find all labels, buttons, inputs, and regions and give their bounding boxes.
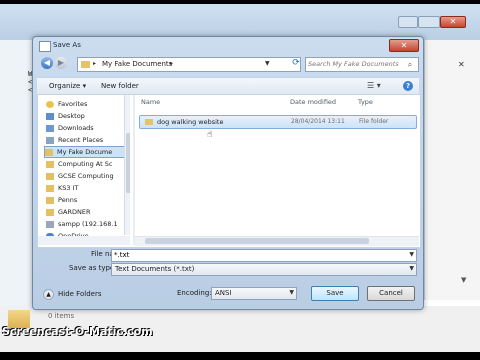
recent-places-icon	[46, 136, 54, 144]
save-as-dialog: Save As ✕ ◀ ▶ ▸ My Fake Documents ▸ ▼ ⟳ …	[32, 36, 424, 310]
network-drive-icon	[46, 220, 54, 228]
view-options-icon[interactable]: ☰ ▾	[367, 81, 385, 91]
nav-downloads[interactable]: Downloads	[46, 123, 94, 133]
mouse-cursor-icon: ☝	[207, 130, 213, 140]
navigation-pane: Favorites Desktop Downloads Recent Place…	[38, 95, 130, 245]
nav-horizontal-scrollbar[interactable]	[38, 236, 130, 245]
breadcrumb-folder[interactable]: My Fake Documents	[102, 60, 172, 68]
nav-favorites[interactable]: Favorites	[46, 99, 87, 109]
downloads-icon	[46, 124, 54, 132]
nav-computing-at-school[interactable]: Computing At Sc	[46, 159, 112, 169]
back-button[interactable]: ◀	[41, 57, 53, 69]
nav-vertical-scrollbar[interactable]	[124, 95, 130, 235]
save-as-type-value: Text Documents (*.txt)	[115, 265, 195, 273]
maximize-button[interactable]	[418, 16, 440, 28]
save-button[interactable]: Save	[311, 286, 359, 301]
file-horizontal-scrollbar[interactable]	[135, 236, 419, 246]
chevron-up-icon: ▲	[43, 289, 54, 300]
command-toolbar: Organize ▾ New folder ☰ ▾ ?	[37, 77, 419, 95]
folder-icon	[46, 196, 54, 204]
close-button[interactable]: ✕	[440, 16, 466, 28]
nav-recent-places[interactable]: Recent Places	[46, 135, 103, 145]
search-icon[interactable]: ⌕	[404, 59, 416, 70]
new-folder-button[interactable]: New folder	[101, 82, 139, 90]
hide-folders-toggle[interactable]: ▲ Hide Folders	[43, 289, 101, 300]
desktop-icon	[46, 112, 54, 120]
background-right-pane	[424, 40, 480, 300]
folder-icon	[46, 184, 54, 192]
help-icon[interactable]: ?	[403, 81, 413, 91]
nav-ks3-it[interactable]: KS3 IT	[46, 183, 78, 193]
breadcrumb-separator[interactable]: ▸	[170, 60, 173, 67]
folder-icon	[46, 160, 54, 168]
letterbox-bottom	[0, 352, 480, 360]
file-name-input[interactable]	[114, 250, 399, 260]
folder-icon	[46, 172, 54, 180]
cancel-button[interactable]: Cancel	[367, 286, 415, 301]
file-date: 28/04/2014 13:11	[291, 118, 345, 125]
refresh-button[interactable]: ⟳	[289, 57, 303, 70]
forward-button[interactable]: ▶	[55, 57, 67, 69]
close-icon[interactable]: ✕	[458, 60, 465, 69]
browser-content: Favorites Desktop Downloads Recent Place…	[37, 94, 421, 248]
star-icon	[46, 100, 54, 108]
notepad-icon	[39, 41, 51, 52]
save-as-type-select[interactable]: Text Documents (*.txt) ▼	[111, 263, 417, 276]
chevron-down-icon[interactable]: ▼	[409, 251, 414, 258]
scrollbar-thumb[interactable]	[145, 238, 369, 244]
minimize-button[interactable]	[398, 16, 418, 28]
nav-gcse-computing[interactable]: GCSE Computing	[46, 171, 114, 181]
file-name-combo[interactable]: ▼	[111, 249, 417, 262]
organize-menu[interactable]: Organize ▾	[49, 82, 86, 90]
encoding-select[interactable]: ANSI ▼	[211, 287, 297, 300]
nav-desktop[interactable]: Desktop	[46, 111, 85, 121]
search-box[interactable]: ⌕	[305, 57, 419, 72]
scrollbar-thumb[interactable]	[126, 133, 130, 193]
file-name: dog walking website	[157, 118, 224, 126]
status-item-count: 0 items	[48, 312, 75, 320]
chevron-down-icon: ▼	[265, 60, 270, 67]
dialog-footer: ▲ Hide Folders Encoding: ANSI ▼ Save Canc…	[37, 283, 419, 305]
nav-my-fake-documents[interactable]: My Fake Docume	[44, 146, 130, 158]
chevron-down-icon[interactable]: ▼	[409, 265, 414, 272]
encoding-value: ANSI	[215, 289, 232, 297]
nav-network-share[interactable]: sampp (192.168.1	[46, 219, 118, 229]
nav-penns[interactable]: Penns	[46, 195, 77, 205]
nav-gardner[interactable]: GARDNER	[46, 207, 91, 217]
folder-icon	[45, 148, 53, 156]
column-header-type[interactable]: Type	[358, 98, 373, 106]
column-header-name[interactable]: Name	[141, 98, 160, 106]
chevron-down-icon[interactable]: ▼	[289, 289, 294, 296]
folder-icon	[46, 208, 54, 216]
list-item[interactable]: dog walking website 28/04/2014 13:11 Fil…	[139, 115, 417, 129]
file-list: Name Date modified Type dog walking webs…	[135, 95, 419, 246]
chevron-down-icon[interactable]: ▼	[461, 276, 466, 284]
dialog-close-button[interactable]: ✕	[389, 39, 419, 52]
folder-icon	[81, 61, 90, 68]
save-as-type-label: Save as type:	[69, 264, 117, 272]
breadcrumb-separator[interactable]: ▸	[93, 60, 96, 67]
watermark: Screencast-O-Matic.com	[2, 325, 153, 338]
search-input[interactable]	[308, 59, 400, 69]
encoding-label: Encoding:	[177, 289, 212, 297]
column-header-date[interactable]: Date modified	[290, 98, 336, 106]
folder-icon	[145, 119, 153, 125]
dialog-title: Save As	[53, 41, 81, 49]
file-type: File folder	[359, 118, 389, 125]
address-dropdown[interactable]: ▼	[261, 57, 273, 70]
